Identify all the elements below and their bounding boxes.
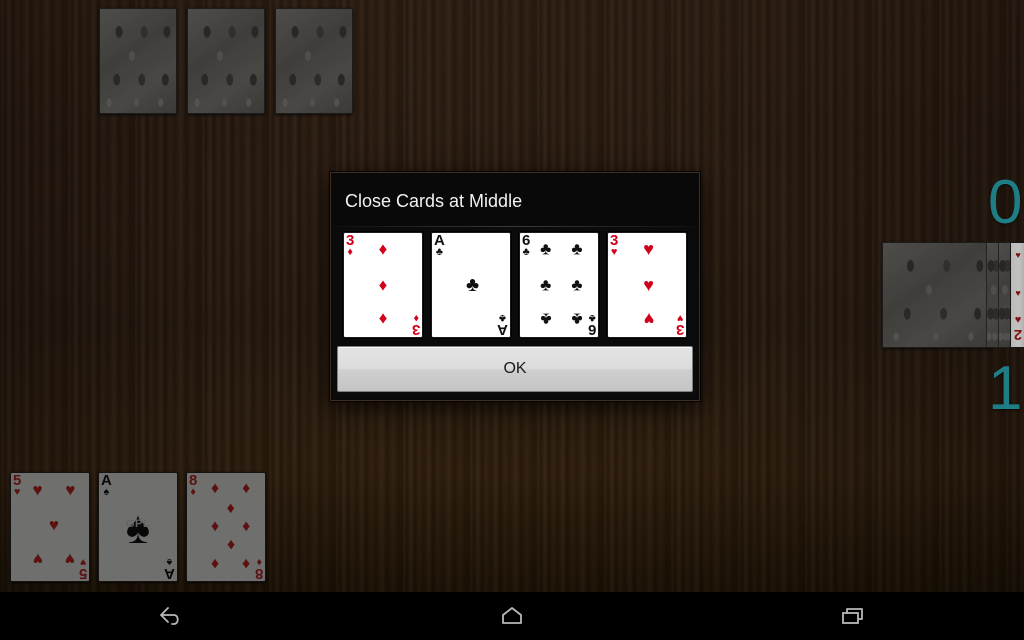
deck-card-back — [882, 242, 994, 348]
opponent-card-back-3[interactable] — [275, 8, 353, 114]
player-card-5-hearts[interactable]: 5 ♥ 5 ♥ ♥ ♥ ♥ ♥ ♥ — [10, 472, 90, 582]
card-corner-bottom-right: 8 ♦ — [254, 555, 263, 582]
back-arrow-icon — [159, 607, 179, 625]
edge-rank: 2 — [1013, 326, 1023, 343]
player-card-8-diamonds[interactable]: 8 ♦ 8 ♦ ♦ ♦ ♦ ♦ ♦ ♦ ♦ ♦ — [186, 472, 266, 582]
opponent-card-back-1[interactable] — [99, 8, 177, 114]
card-corner-top-left: 8 ♦ — [189, 472, 198, 499]
card-pip: ♥ — [643, 309, 654, 330]
deck-top-card-edge[interactable]: ♥ ♥ ♥ 2 — [1010, 242, 1024, 348]
card-pip: ♣ — [571, 239, 583, 259]
card-pip: ♥ — [65, 480, 76, 500]
card-pip: ♦ — [242, 480, 251, 498]
card-pip: ♦ — [242, 518, 251, 535]
card-corner-top-left: 3 ♦ — [346, 232, 355, 259]
card-pip: ♥ — [32, 480, 43, 500]
card-pip: ♣ — [540, 275, 552, 295]
card-pip: ♥ — [643, 275, 654, 295]
card-pip: ♣ — [571, 275, 583, 295]
android-navigation-bar — [0, 592, 1024, 640]
card-pip: ♦ — [242, 554, 251, 572]
card-corner-top-left: 5 ♥ — [13, 472, 22, 499]
dialog-card-6-clubs[interactable]: 6 ♣ 6 ♣ ♣ ♣ ♣ ♣ ♣ ♣ — [519, 232, 599, 338]
game-screen: ♥ ♥ ♥ 2 0 1 5 ♥ 5 ♥ ♥ ♥ ♥ ♥ ♥ A ♠ A ♠ ♠ … — [0, 0, 1024, 640]
edge-pip: ♥ — [1014, 314, 1022, 326]
card-pip: ♦ — [378, 239, 388, 259]
dialog-card-3-diamonds[interactable]: 3 ♦ 3 ♦ ♦ ♦ ♦ — [343, 232, 423, 338]
score-top: 0 — [988, 168, 1023, 237]
card-pip: ♦ — [210, 554, 220, 572]
card-pip: ♦ — [210, 480, 220, 498]
dialog-card-ace-clubs[interactable]: A ♣ A ♣ ♣ — [431, 232, 511, 338]
edge-pip: ♥ — [1015, 288, 1021, 298]
card-corner-bottom-right: A ♣ — [497, 311, 508, 338]
ok-button[interactable]: OK — [337, 346, 693, 392]
nav-home-button[interactable] — [452, 592, 572, 640]
card-watermark: GPL — [125, 518, 151, 530]
card-pip: ♦ — [226, 536, 235, 554]
card-corner-bottom-right: 6 ♣ — [587, 311, 596, 338]
recent-apps-icon — [842, 608, 864, 624]
card-pip: ♦ — [226, 499, 235, 517]
dialog-card-row: 3 ♦ 3 ♦ ♦ ♦ ♦ A ♣ A ♣ ♣ 6 ♣ 6 ♣ ♣ ♣ ♣ ♣ … — [333, 227, 697, 342]
card-pip: ♦ — [378, 309, 388, 329]
dialog-title: Close Cards at Middle — [345, 191, 523, 211]
card-corner-top-left: 3 ♥ — [610, 232, 619, 259]
close-cards-dialog: Close Cards at Middle 3 ♦ 3 ♦ ♦ ♦ ♦ A ♣ … — [330, 172, 700, 401]
player-card-ace-spades[interactable]: A ♠ A ♠ ♠ GPL — [98, 472, 178, 582]
card-corner-top-left: 6 ♣ — [522, 232, 531, 259]
edge-pip: ♥ — [1015, 250, 1021, 260]
opponent-card-back-2[interactable] — [187, 8, 265, 114]
card-pip: ♣ — [540, 239, 552, 259]
dialog-card-3-hearts[interactable]: 3 ♥ 3 ♥ ♥ ♥ ♥ — [607, 232, 687, 338]
dialog-footer: OK — [333, 342, 697, 398]
card-pip: ♥ — [65, 549, 76, 569]
card-pip: ♥ — [643, 238, 654, 259]
card-corner-bottom-right: 5 ♥ — [78, 555, 87, 582]
card-pip: ♦ — [378, 275, 388, 295]
deck-stack[interactable]: ♥ ♥ ♥ 2 — [882, 242, 1024, 348]
card-pip: ♥ — [32, 549, 43, 569]
nav-recents-button[interactable] — [793, 592, 913, 640]
card-pip: ♦ — [210, 518, 220, 535]
home-icon — [502, 607, 522, 624]
card-corner-bottom-right: A ♠ — [164, 555, 175, 582]
card-pip: ♣ — [571, 309, 583, 329]
card-corner-bottom-right: 3 ♥ — [675, 311, 684, 338]
card-corner-top-left: A ♣ — [434, 232, 445, 259]
card-pip: ♣ — [465, 274, 480, 296]
card-pip: ♥ — [48, 515, 59, 535]
nav-back-button[interactable] — [111, 592, 231, 640]
card-corner-top-left: A ♠ — [101, 472, 112, 499]
card-pip: ♣ — [540, 309, 552, 329]
card-corner-bottom-right: 3 ♦ — [411, 311, 420, 338]
score-bottom: 1 — [988, 354, 1023, 423]
